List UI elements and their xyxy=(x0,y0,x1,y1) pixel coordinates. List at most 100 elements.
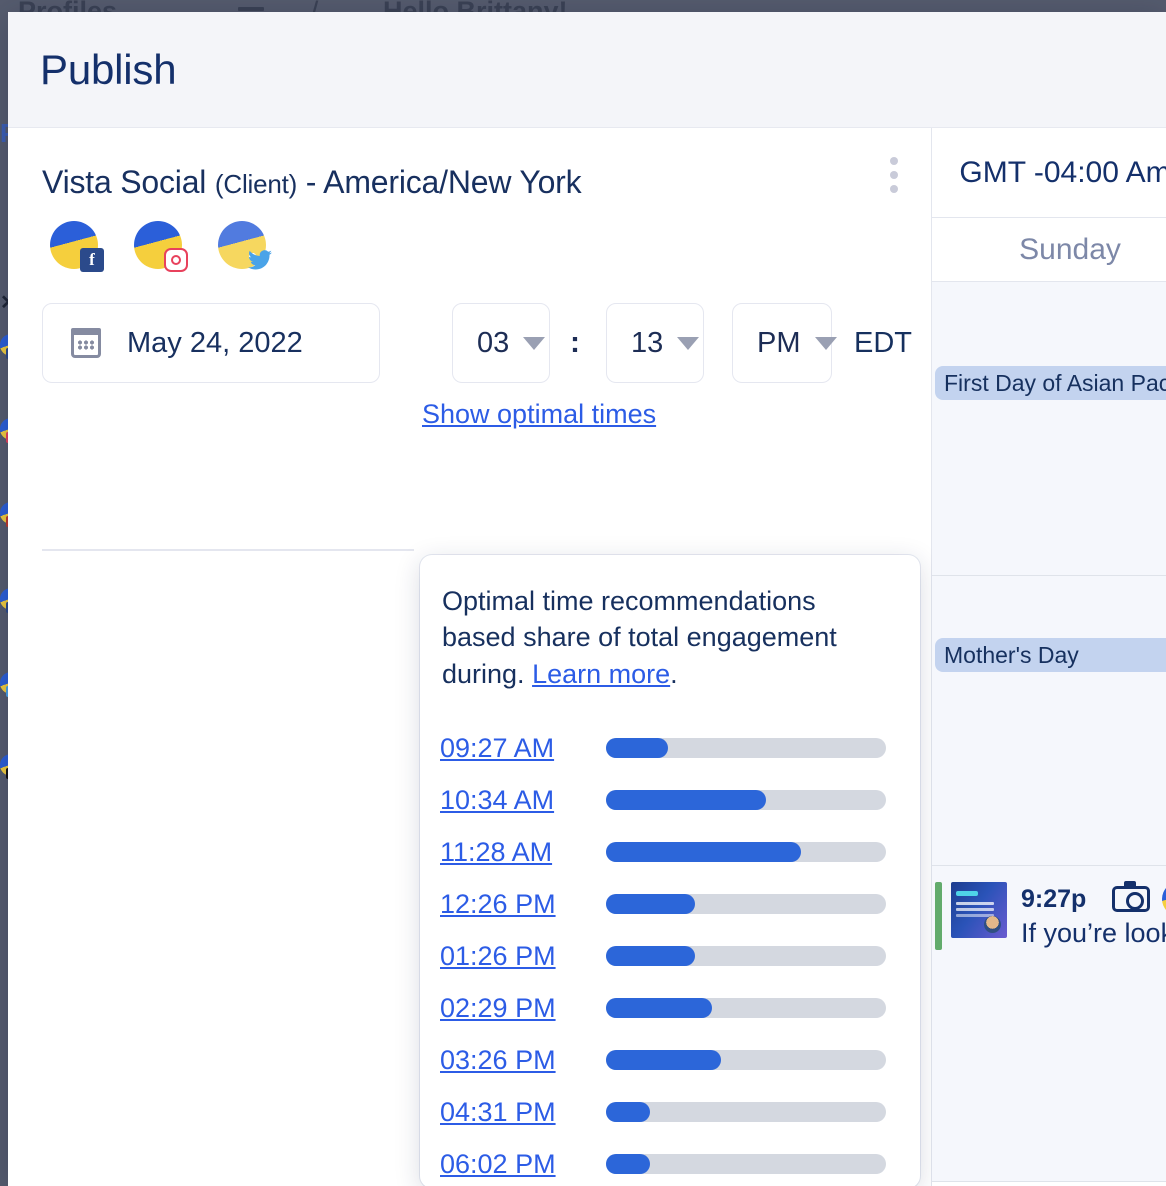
profile-header: Vista Social (Client) - America/New York… xyxy=(8,128,931,269)
optimal-time-row[interactable]: 11:28 AM xyxy=(440,826,886,878)
ampm-value: PM xyxy=(757,327,801,360)
ampm-select[interactable]: PM xyxy=(732,303,832,383)
post-thumbnail xyxy=(951,882,1007,938)
composer-pane: Vista Social (Client) - America/New York… xyxy=(8,128,932,1186)
engagement-bar-track xyxy=(606,894,886,914)
engagement-bar-fill xyxy=(606,842,801,862)
learn-more-link[interactable]: Learn more xyxy=(532,659,670,689)
thumbnail-highlight xyxy=(956,891,978,896)
optimal-time-link[interactable]: 06:02 PM xyxy=(440,1149,568,1180)
chevron-down-icon xyxy=(523,337,545,350)
hour-value: 03 xyxy=(477,327,509,360)
optimal-time-row[interactable]: 10:34 AM xyxy=(440,774,886,826)
optimal-time-link[interactable]: 09:27 AM xyxy=(440,733,568,764)
schedule-datetime-row: May 24, 2022 03 : 13 PM EDT xyxy=(42,303,931,383)
twitter-icon xyxy=(248,248,272,272)
engagement-bar-track xyxy=(606,738,886,758)
engagement-bar-fill xyxy=(606,738,668,758)
calendar-pane: GMT -04:00 Am Sunday First Day of Asian … xyxy=(932,128,1166,1186)
hour-select[interactable]: 03 xyxy=(452,303,550,383)
account-avatar-list: f xyxy=(50,221,899,269)
calendar-day-cell[interactable]: Mother's Day xyxy=(932,576,1166,866)
instagram-camera-icon xyxy=(1112,886,1150,912)
profile-timezone-name: - America/New York xyxy=(297,164,581,200)
modal-body: Vista Social (Client) - America/New York… xyxy=(8,128,1166,1186)
kebab-dot xyxy=(890,157,898,165)
section-divider xyxy=(42,549,414,551)
optimal-time-link[interactable]: 04:31 PM xyxy=(440,1097,568,1128)
profile-title: Vista Social (Client) - America/New York xyxy=(42,164,899,201)
engagement-bar-fill xyxy=(606,1050,721,1070)
engagement-bar-track xyxy=(606,790,886,810)
thumbnail-text-lines xyxy=(956,902,994,905)
optimal-time-link[interactable]: 02:29 PM xyxy=(440,993,568,1024)
minute-select[interactable]: 13 xyxy=(606,303,704,383)
engagement-bar-track xyxy=(606,1102,886,1122)
scheduled-post-card[interactable]: 9:27p If you’re looki xyxy=(935,882,1166,950)
post-account-avatar xyxy=(1162,882,1166,916)
engagement-bar-fill xyxy=(606,998,712,1018)
optimal-time-link[interactable]: 10:34 AM xyxy=(440,785,568,816)
optimal-time-row[interactable]: 09:27 AM xyxy=(440,722,886,774)
kebab-dot xyxy=(890,185,898,193)
optimal-times-description: Optimal time recommendations based share… xyxy=(440,583,886,692)
chevron-down-icon xyxy=(815,337,837,350)
minute-value: 13 xyxy=(631,327,663,360)
page-title: Publish xyxy=(40,46,176,94)
facebook-icon: f xyxy=(80,248,104,272)
time-separator: : xyxy=(570,326,580,360)
account-avatar-instagram[interactable] xyxy=(134,221,182,269)
show-optimal-times-link[interactable]: Show optimal times xyxy=(422,399,656,430)
optimal-time-row[interactable]: 12:26 PM xyxy=(440,878,886,930)
engagement-bar-track xyxy=(606,842,886,862)
engagement-bar-fill xyxy=(606,1102,650,1122)
instagram-ring xyxy=(171,255,181,265)
timezone-abbreviation: EDT xyxy=(854,327,912,360)
engagement-bar-fill xyxy=(606,946,695,966)
optimal-times-popup: Optimal time recommendations based share… xyxy=(420,555,920,1186)
engagement-bar-fill xyxy=(606,1154,650,1174)
engagement-bar-fill xyxy=(606,894,695,914)
account-avatar-facebook[interactable]: f xyxy=(50,221,98,269)
profile-name: Vista Social xyxy=(42,164,215,200)
engagement-bar-fill xyxy=(606,790,766,810)
optimal-time-row[interactable]: 03:26 PM xyxy=(440,1034,886,1086)
post-meta: 9:27p If you’re looki xyxy=(1021,882,1166,949)
chevron-down-icon xyxy=(677,337,699,350)
modal-header: Publish xyxy=(8,12,1166,128)
thumbnail-avatar xyxy=(984,916,1001,933)
calendar-day-cell[interactable]: First Day of Asian Pac… xyxy=(932,282,1166,576)
account-avatar-twitter[interactable] xyxy=(218,221,266,269)
calendar-icon xyxy=(71,328,101,358)
publish-modal: Publish Vista Social (Client) - America/… xyxy=(8,12,1166,1186)
optimal-time-row[interactable]: 01:26 PM xyxy=(440,930,886,982)
engagement-bar-track xyxy=(606,946,886,966)
post-preview-text: If you’re looki xyxy=(1021,918,1166,949)
calendar-day-cell[interactable]: 9:27p If you’re looki xyxy=(932,866,1166,1182)
optimal-description-period: . xyxy=(670,659,678,689)
optimal-time-link[interactable]: 11:28 AM xyxy=(440,837,568,868)
instagram-icon xyxy=(164,248,188,272)
optimal-times-list: 09:27 AM 10:34 AM 11:28 AM 12:26 PM 01:26 PM… xyxy=(440,722,886,1186)
calendar-event-chip[interactable]: First Day of Asian Pac… xyxy=(935,366,1166,400)
engagement-bar-track xyxy=(606,1050,886,1070)
optimal-time-row[interactable]: 04:31 PM xyxy=(440,1086,886,1138)
post-header-line: 9:27p xyxy=(1021,882,1166,916)
post-time: 9:27p xyxy=(1021,885,1086,914)
optimal-time-link[interactable]: 01:26 PM xyxy=(440,941,568,972)
post-status-accent xyxy=(935,882,942,950)
twitter-bird-glyph xyxy=(248,249,272,271)
optimal-time-link[interactable]: 12:26 PM xyxy=(440,889,568,920)
kebab-dot xyxy=(890,171,898,179)
optimal-time-link[interactable]: 03:26 PM xyxy=(440,1045,568,1076)
more-vertical-icon[interactable] xyxy=(881,152,907,198)
calendar-event-chip[interactable]: Mother's Day xyxy=(935,638,1166,672)
optimal-time-row[interactable]: 06:02 PM xyxy=(440,1138,886,1186)
date-input[interactable]: May 24, 2022 xyxy=(42,303,380,383)
calendar-timezone-label: GMT -04:00 Am xyxy=(932,128,1166,218)
optimal-time-row[interactable]: 02:29 PM xyxy=(440,982,886,1034)
engagement-bar-track xyxy=(606,998,886,1018)
profile-client-tag: (Client) xyxy=(215,169,297,199)
engagement-bar-track xyxy=(606,1154,886,1174)
date-value: May 24, 2022 xyxy=(127,327,303,360)
